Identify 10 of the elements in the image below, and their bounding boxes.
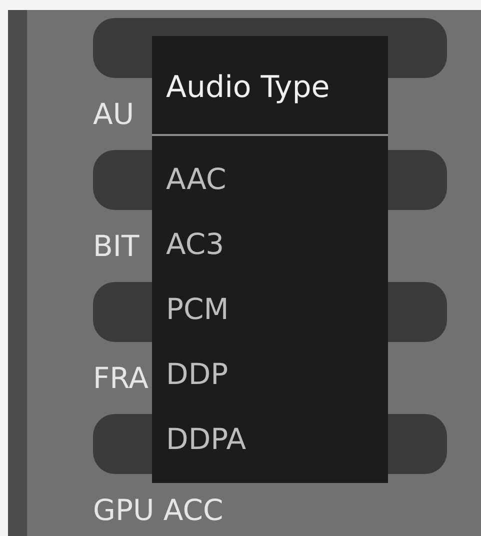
setting-label: AU (93, 96, 134, 133)
dropdown-title: Audio Type (165, 69, 331, 107)
dropdown-option[interactable]: AAC (152, 147, 388, 212)
setting-label: FRA (93, 360, 148, 397)
setting-label: BIT (93, 228, 140, 265)
dropdown-option[interactable]: DDP (152, 342, 388, 407)
dropdown-option[interactable]: AC3 (152, 212, 388, 277)
setting-label: GPU ACC (93, 492, 224, 529)
dropdown-option[interactable]: PCM (152, 277, 388, 342)
dropdown-option[interactable]: DDPA (152, 407, 388, 472)
